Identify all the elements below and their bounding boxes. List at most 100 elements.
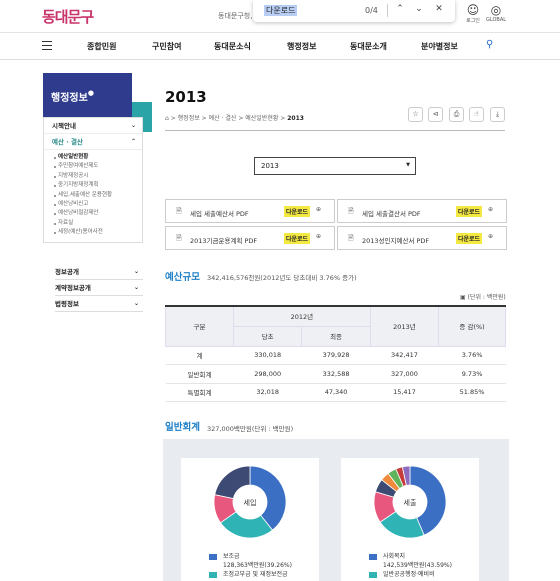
find-input[interactable]: 다운로드: [264, 5, 298, 16]
download-icon: ⊕: [488, 233, 494, 240]
star-icon[interactable]: ☆: [408, 107, 423, 122]
chevron-down-icon: ⌄: [133, 300, 139, 307]
nav-item[interactable]: 동대문소식: [214, 41, 251, 52]
year-select[interactable]: 2013 ▼: [254, 157, 416, 175]
download-icon: ⊕: [316, 233, 322, 240]
breadcrumb-item[interactable]: 예산 · 결산: [209, 115, 237, 122]
download-name: 2013성인지예산서 PDF: [362, 237, 430, 245]
submenu-item[interactable]: 세입,세출예산 운용현황: [44, 191, 142, 200]
budget-table: 구분 2012년 2013년 증 감(%) 당초 최종 계 330,018 379,…: [165, 305, 506, 402]
chevron-down-icon: ⌄: [130, 122, 136, 129]
page-title: 2013: [165, 88, 207, 106]
submenu-item[interactable]: 중기지방재정계획: [44, 181, 142, 190]
search-icon[interactable]: ⚲: [486, 39, 493, 50]
revenue-chart-card: 세입 보조금 128,363백만원(39.26%) 조정교부금 및 재정보전금: [181, 458, 319, 581]
legend-swatch: [369, 571, 377, 578]
chevron-up-icon: ⌃: [130, 138, 136, 145]
sidebar-menu: 시책안내 ⌄ 예산 · 결산 ⌃ 예산일반현황 주민참여예산제도 지방재정공시 중기…: [43, 117, 143, 243]
section-title-general: 일반회계: [165, 422, 200, 433]
nav-item[interactable]: 행정정보: [287, 41, 316, 52]
submenu-item[interactable]: 예산일반현황: [44, 153, 142, 162]
col-header: 당초: [232, 325, 303, 347]
globe-icon: ◎: [490, 3, 502, 17]
legend-swatch: [369, 553, 377, 560]
nav-item[interactable]: 구민참여: [152, 41, 181, 52]
sidebar-item-contract[interactable]: 계약정보공개 ⌄: [55, 280, 143, 296]
col-header: 2013년: [369, 305, 440, 347]
download-button[interactable]: 다운로드: [456, 233, 483, 244]
submenu-item[interactable]: 세정(예산)용어사전: [44, 228, 142, 237]
donut-center-label: 세출: [404, 498, 417, 507]
login-button[interactable]: ☺ 로그인: [461, 3, 485, 25]
legend-swatch: [209, 571, 217, 578]
home-icon[interactable]: ⌂: [165, 115, 169, 122]
hamburger-icon[interactable]: [42, 41, 52, 53]
submenu-item[interactable]: 자료실: [44, 219, 142, 228]
sidebar-item-policy[interactable]: 시책안내 ⌄: [44, 118, 142, 134]
sidebar-item-law[interactable]: 법령정보 ⌄: [55, 296, 143, 312]
legend-swatch: [209, 553, 217, 560]
find-count: 0/4: [365, 6, 378, 15]
sidebar-submenu: 예산일반현황 주민참여예산제도 지방재정공시 중기지방재정계획 세입,세출예산 …: [44, 150, 142, 242]
expense-donut: 세출: [373, 465, 447, 539]
file-icon: 🗎: [176, 234, 182, 242]
nav-item[interactable]: 동대문소개: [350, 41, 387, 52]
nav-item[interactable]: 분야별정보: [421, 41, 458, 52]
sidebar-item-info-disclosure[interactable]: 정보공개 ⌄: [55, 264, 143, 280]
table-row: 계 330,018 379,928 342,417 3.76%: [165, 346, 506, 365]
submenu-item[interactable]: 예산낭비절감제안: [44, 209, 142, 218]
file-icon: 🗎: [348, 234, 354, 242]
chevron-down-icon: ⌄: [133, 268, 139, 275]
breadcrumb-item[interactable]: 예산일반현황: [245, 115, 278, 122]
divider: [165, 130, 505, 131]
expense-chart-card: 세출 사회복지 142,539백만원(43.59%) 일반공공행정·예비비: [341, 458, 479, 581]
download-button[interactable]: 다운로드: [456, 206, 483, 217]
main-nav: 종합민원 구민참여 동대문소식 행정정보 동대문소개 분야별정보 ⚲: [0, 33, 560, 60]
logo[interactable]: 동대문구: [42, 6, 94, 27]
chevron-down-icon: ⌄: [133, 284, 139, 291]
file-icon: 🗎: [348, 207, 354, 215]
submenu-item[interactable]: 예산낭비신고: [44, 200, 142, 209]
download-item: 🗎 2013기금운용계획 PDF 다운로드 ⊕: [165, 226, 335, 250]
user-icon: ☺: [466, 3, 480, 17]
download-button[interactable]: 다운로드: [284, 233, 311, 244]
info-icon: ▣: [460, 294, 466, 301]
share-icon[interactable]: ⊲: [428, 107, 443, 122]
table-row: 일반회계 298,000 332,588 327,000 9.73%: [165, 364, 506, 384]
top-bar: 동대문구 동대문구청, 다운로드 0/4 ⌃ ⌄ ✕ ☺ 로그인 ◎ GLOBA…: [0, 0, 560, 33]
chevron-down-icon[interactable]: ⌄: [413, 4, 425, 14]
global-button[interactable]: ◎ GLOBAL: [484, 3, 508, 24]
legend: 보조금 128,363백만원(39.26%) 조정교부금 및 재정보전금: [209, 551, 292, 578]
top-note: 동대문구청,: [218, 12, 253, 20]
col-header: 증 감(%): [438, 305, 506, 347]
caret-down-icon: ▼: [406, 162, 410, 168]
find-bar: 다운로드 0/4 ⌃ ⌄ ✕: [253, 0, 455, 22]
col-header: 최종: [301, 325, 371, 347]
submenu-item[interactable]: 주민참여예산제도: [44, 162, 142, 171]
breadcrumb-current: 2013: [287, 115, 304, 122]
col-header: 구분: [165, 305, 234, 347]
download-item: 🗎 세입 세출결산서 PDF 다운로드 ⊕: [337, 199, 507, 223]
chevron-up-icon[interactable]: ⌃: [394, 4, 406, 14]
hand-icon[interactable]: ☝: [469, 107, 484, 122]
submenu-item[interactable]: 지방재정공시: [44, 172, 142, 181]
budget-summary: 342,416,576천원(2012년도 당초대비 3.76% 증가): [207, 274, 357, 282]
download-item: 🗎 세입 세출예산서 PDF 다운로드 ⊕: [165, 199, 335, 223]
download-name: 세입 세출예산서 PDF: [190, 210, 249, 218]
global-label: GLOBAL: [485, 17, 507, 23]
unit-note: ▣ (단위 : 백만원): [460, 294, 506, 301]
find-separator: [387, 4, 388, 17]
sidebar-item-budget[interactable]: 예산 · 결산 ⌃: [44, 134, 142, 150]
breadcrumb: ⌂ > 행정정보 > 예산 · 결산 > 예산일반현황 > 2013: [165, 115, 304, 122]
donut-center-label: 세입: [244, 498, 257, 507]
close-icon[interactable]: ✕: [433, 4, 445, 14]
legend: 사회복지 142,539백만원(43.59%) 일반공공행정·예비비: [369, 551, 452, 578]
login-label: 로그인: [466, 18, 480, 24]
file-icon: 🗎: [176, 207, 182, 215]
download-icon: ⊕: [488, 206, 494, 213]
print-icon[interactable]: ⎙: [449, 107, 464, 122]
nav-item[interactable]: 종합민원: [87, 41, 116, 52]
download-icon[interactable]: ⤓: [490, 107, 505, 122]
breadcrumb-item[interactable]: 행정정보: [178, 115, 200, 122]
download-button[interactable]: 다운로드: [284, 206, 311, 217]
